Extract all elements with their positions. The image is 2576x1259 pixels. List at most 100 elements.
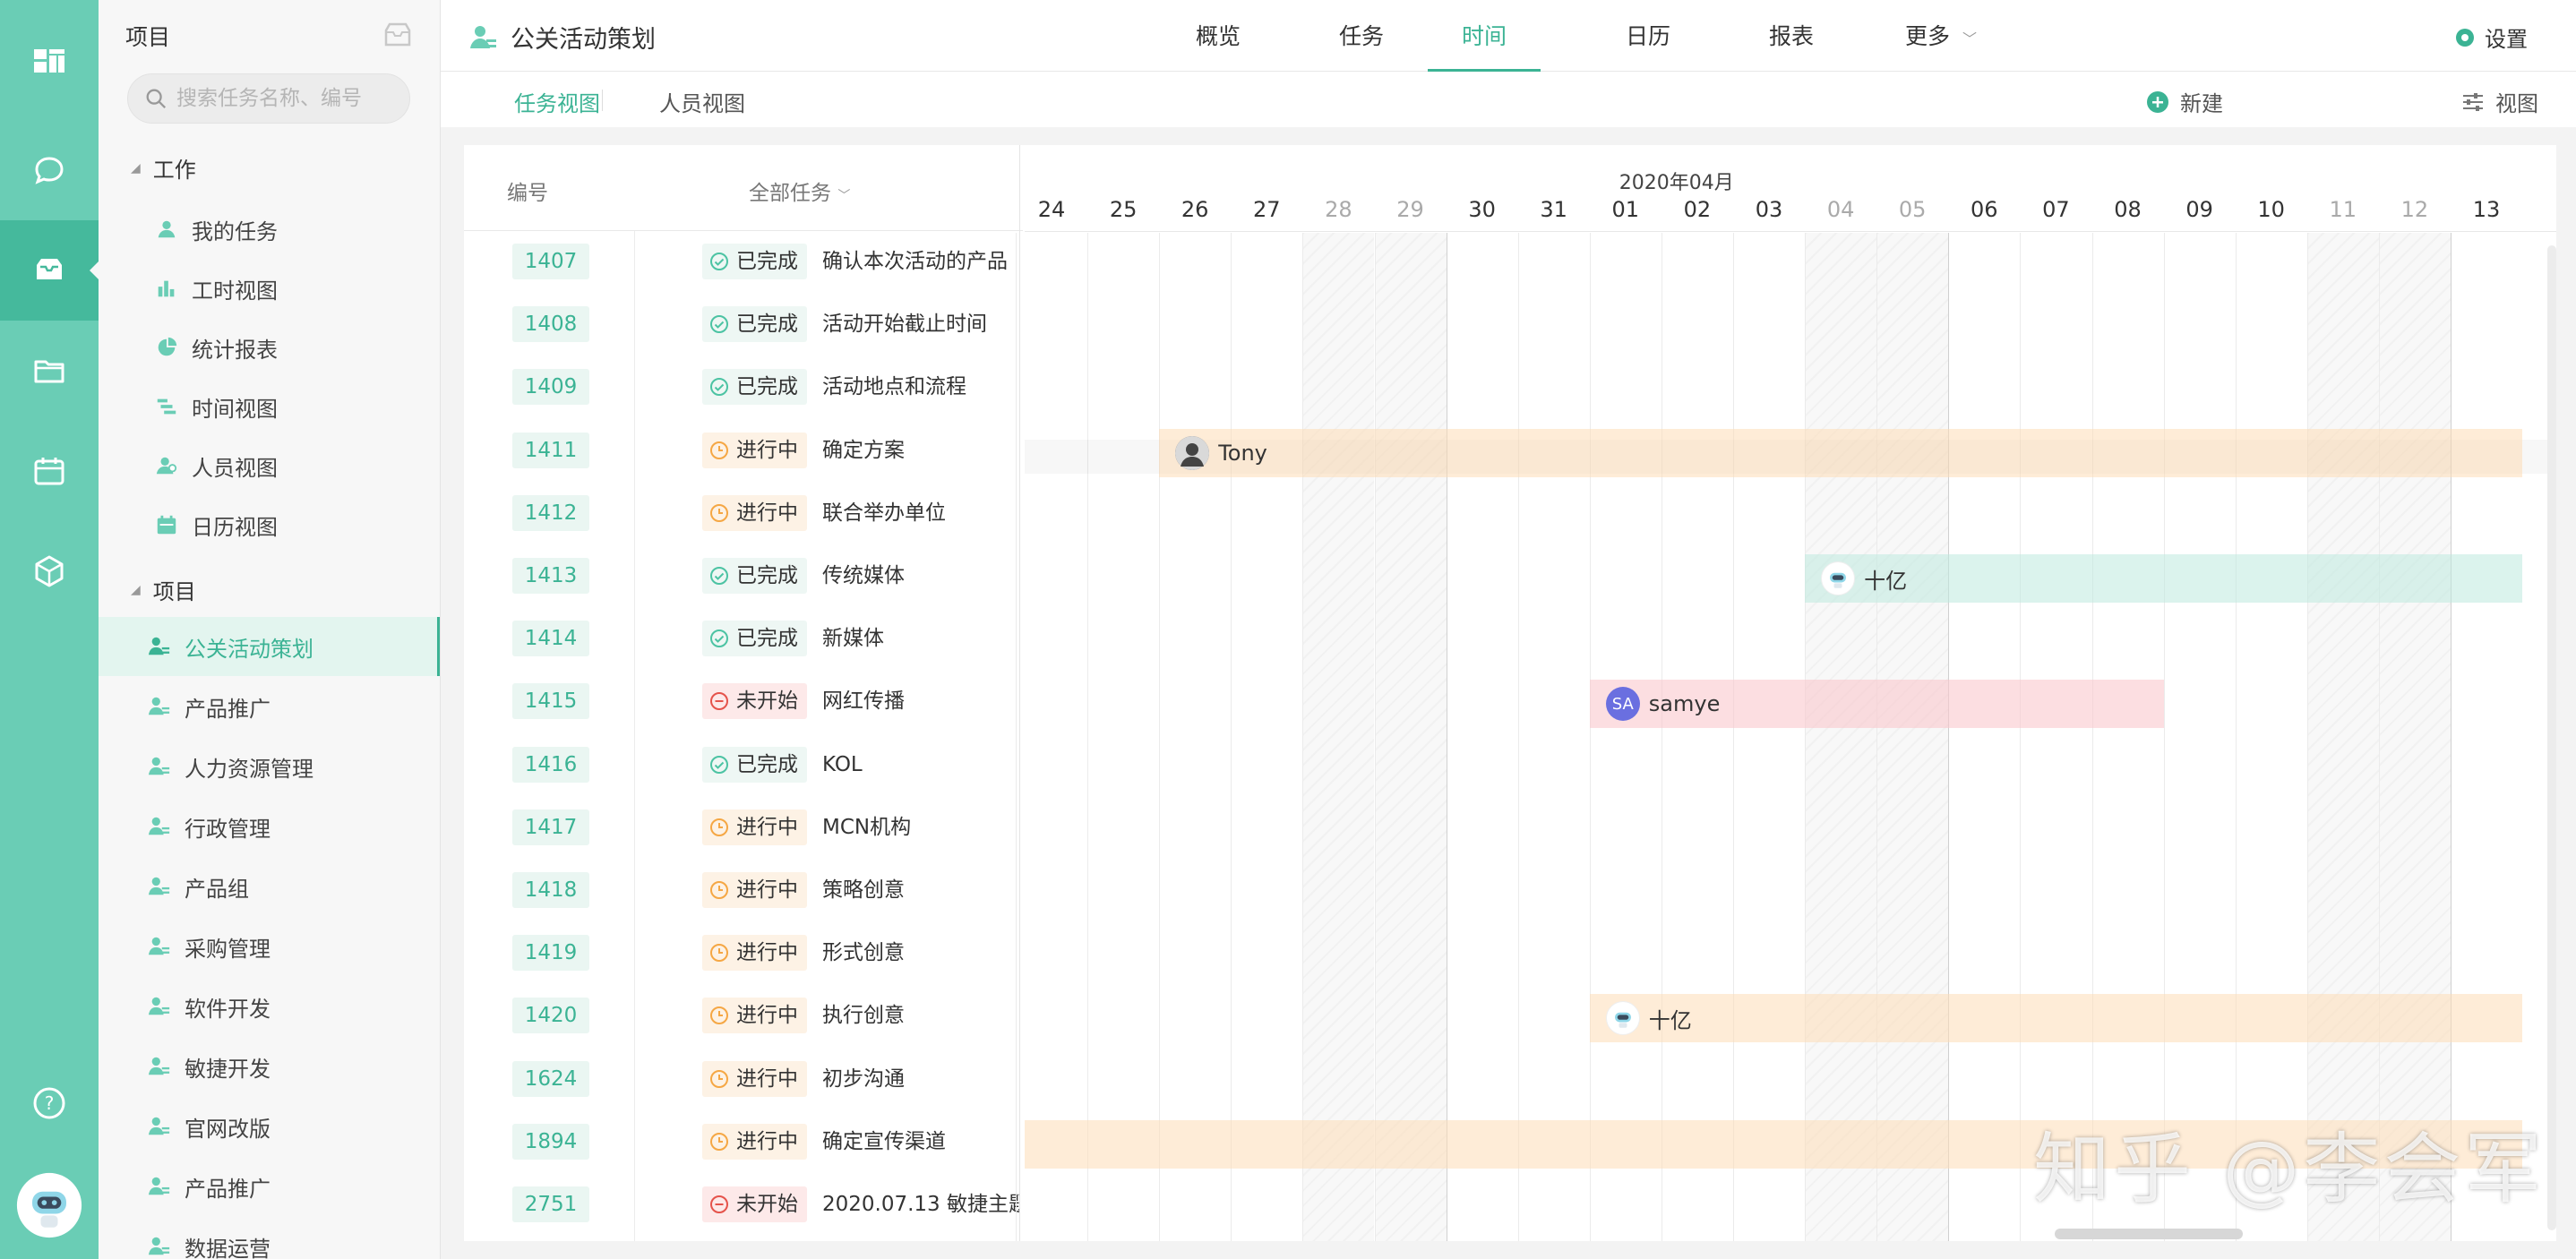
task-number[interactable]: 1419 (512, 935, 589, 972)
table-row[interactable]: 2751 未开始 2020.07.13 敏捷主题 (464, 1176, 1019, 1238)
task-name[interactable]: KOL (822, 747, 1019, 783)
status-badge[interactable]: 进行中 (702, 935, 807, 972)
new-button[interactable]: 新建 (2146, 86, 2223, 117)
table-row[interactable]: 1411 进行中 确定方案 (464, 422, 1019, 484)
status-badge[interactable]: 进行中 (702, 432, 807, 468)
task-filter-dropdown[interactable]: 全部任务 ﹀ (749, 176, 850, 206)
status-badge[interactable]: 未开始 (702, 683, 807, 720)
task-number[interactable]: 2751 (512, 1186, 589, 1222)
archive-icon[interactable] (382, 20, 413, 50)
sidebar-project-item[interactable]: 敏捷开发 (99, 1037, 440, 1096)
sidebar-project-item[interactable]: 数据运营 (99, 1217, 440, 1259)
table-row[interactable]: 1420 进行中 执行创意 (464, 987, 1019, 1049)
project-group-header[interactable]: ◢ 项目 (131, 574, 196, 605)
task-number[interactable]: 1415 (512, 683, 589, 720)
task-name[interactable]: 确定方案 (822, 433, 1019, 468)
sidebar-project-item[interactable]: 人力资源管理 (99, 737, 440, 796)
status-badge[interactable]: 未开始 (702, 1186, 807, 1222)
status-badge[interactable]: 进行中 (702, 998, 807, 1034)
view-options-button[interactable]: 视图 (2461, 86, 2538, 117)
status-badge[interactable]: 已完成 (702, 746, 807, 783)
task-number[interactable]: 1409 (512, 369, 589, 406)
tab-reports[interactable]: 报表 (1748, 0, 1834, 72)
subtab-people-view[interactable]: 人员视图 (659, 86, 745, 117)
table-row[interactable]: 1413 已完成 传统媒体 (464, 547, 1019, 610)
tab-more[interactable]: 更多 ﹀ (1874, 0, 2008, 72)
gantt-bar[interactable]: SA samye (1589, 680, 2164, 729)
gantt-bar[interactable]: 十亿 (1589, 994, 2523, 1043)
table-row[interactable]: 1624 进行中 初步沟通 (464, 1050, 1019, 1113)
table-row[interactable]: 1416 已完成 KOL (464, 736, 1019, 799)
settings-button[interactable]: 设置 (2454, 21, 2528, 53)
task-name[interactable]: 2020.07.13 敏捷主题 (822, 1186, 1019, 1222)
vertical-scrollbar[interactable] (2547, 245, 2556, 1230)
task-name[interactable]: 形式创意 (822, 935, 1019, 971)
tab-tasks[interactable]: 任务 (1318, 0, 1404, 72)
work-group-header[interactable]: ◢ 工作 (131, 152, 196, 184)
status-badge[interactable]: 进行中 (702, 1123, 807, 1160)
task-number[interactable]: 1408 (512, 306, 589, 343)
calendar-icon[interactable] (0, 421, 99, 521)
task-number[interactable]: 1413 (512, 558, 589, 594)
status-badge[interactable]: 进行中 (702, 809, 807, 845)
sidebar-project-item[interactable]: 软件开发 (99, 977, 440, 1036)
task-number[interactable]: 1416 (512, 746, 589, 783)
sidebar-project-item[interactable]: 产品推广 (99, 1157, 440, 1216)
status-badge[interactable]: 进行中 (702, 1060, 807, 1097)
sidebar-project-item[interactable]: 采购管理 (99, 917, 440, 976)
task-number[interactable]: 1411 (512, 432, 589, 468)
gantt-bar[interactable]: Tony (1159, 428, 2523, 477)
table-row[interactable]: 1414 已完成 新媒体 (464, 610, 1019, 672)
status-badge[interactable]: 已完成 (702, 621, 807, 657)
table-row[interactable]: 1417 进行中 MCN机构 (464, 799, 1019, 861)
horizontal-scrollbar[interactable] (2055, 1229, 2243, 1239)
status-badge[interactable]: 已完成 (702, 369, 807, 406)
task-number[interactable]: 1418 (512, 872, 589, 908)
status-badge[interactable]: 进行中 (702, 494, 807, 531)
subtab-task-view[interactable]: 任务视图 (514, 86, 600, 117)
sidebar-item-reports[interactable]: 统计报表 (99, 318, 440, 377)
task-name[interactable]: 活动开始截止时间 (822, 306, 1019, 342)
inbox-icon[interactable] (0, 220, 99, 321)
task-number[interactable]: 1412 (512, 494, 589, 531)
table-row[interactable]: 1409 已完成 活动地点和流程 (464, 358, 1019, 421)
sidebar-project-item[interactable]: 产品组 (99, 857, 440, 916)
split-handle[interactable] (1019, 145, 1020, 1241)
tab-calendar[interactable]: 日历 (1605, 0, 1691, 72)
table-row[interactable]: 1418 进行中 策略创意 (464, 861, 1019, 924)
sidebar-item-time-view[interactable]: 时间视图 (99, 377, 440, 436)
task-number[interactable]: 1407 (512, 244, 589, 279)
task-name[interactable]: 传统媒体 (822, 558, 1019, 594)
task-name[interactable]: 新媒体 (822, 621, 1019, 656)
sidebar-item-my-tasks[interactable]: 我的任务 (99, 200, 440, 259)
dashboard-icon[interactable] (0, 11, 99, 111)
task-number[interactable]: 1624 (512, 1060, 589, 1097)
sidebar-item-people-view[interactable]: 人员视图 (99, 436, 440, 495)
search-input[interactable] (176, 87, 409, 110)
folder-icon[interactable] (0, 321, 99, 421)
chat-icon[interactable] (0, 120, 99, 220)
search-box[interactable] (127, 73, 410, 124)
table-row[interactable]: 1415 未开始 网红传播 (464, 672, 1019, 735)
task-name[interactable]: MCN机构 (822, 809, 1019, 845)
table-row[interactable]: 1407 已完成 确认本次活动的产品 (464, 233, 1019, 295)
table-row[interactable]: 1894 进行中 确定宣传渠道 (464, 1113, 1019, 1176)
status-badge[interactable]: 进行中 (702, 872, 807, 908)
sidebar-item-timesheet[interactable]: 工时视图 (99, 259, 440, 318)
table-row[interactable]: 1408 已完成 活动开始截止时间 (464, 295, 1019, 358)
sidebar-project-item[interactable]: 公关活动策划 (99, 617, 440, 676)
task-name[interactable]: 执行创意 (822, 998, 1019, 1033)
table-row[interactable]: 1419 进行中 形式创意 (464, 924, 1019, 987)
sidebar-project-item[interactable]: 官网改版 (99, 1097, 440, 1156)
gantt-bar[interactable]: 十亿 (1805, 554, 2523, 603)
help-icon[interactable]: ? (0, 1053, 99, 1153)
status-badge[interactable]: 已完成 (702, 558, 807, 594)
cube-icon[interactable] (0, 521, 99, 621)
tab-time[interactable]: 时间 (1428, 0, 1541, 72)
sidebar-item-calendar-view[interactable]: 日历视图 (99, 495, 440, 554)
task-name[interactable]: 策略创意 (822, 872, 1019, 908)
task-number[interactable]: 1414 (512, 621, 589, 657)
task-number[interactable]: 1417 (512, 809, 589, 845)
status-badge[interactable]: 已完成 (702, 244, 807, 279)
task-number[interactable]: 1420 (512, 998, 589, 1034)
